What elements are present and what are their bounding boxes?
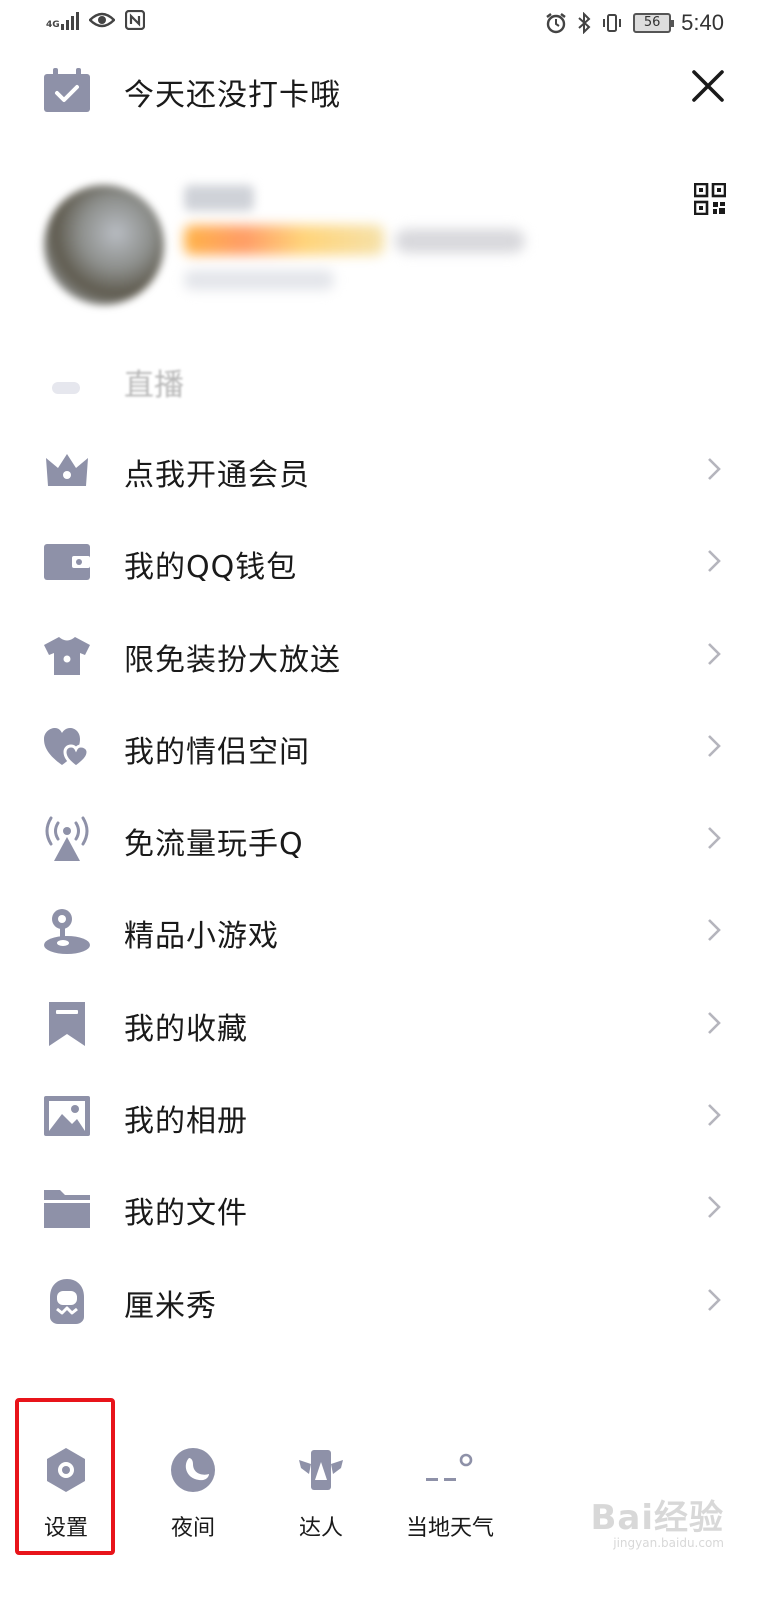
- settings-highlight-box: [15, 1398, 115, 1555]
- expert-button[interactable]: 达人: [261, 1446, 381, 1556]
- checkin-reminder[interactable]: 今天还没打卡哦: [124, 70, 341, 114]
- menu-item-label: 限免装扮大放送: [124, 642, 341, 678]
- status-bar: 4G 56 5:40: [0, 0, 784, 50]
- menu-item-mini-games[interactable]: 精品小游戏: [0, 885, 784, 977]
- menu-item-label: 厘米秀: [124, 1288, 217, 1324]
- expert-label: 达人: [298, 1516, 343, 1541]
- signal-icon: [60, 10, 79, 30]
- night-mode-button[interactable]: 夜间: [133, 1446, 253, 1556]
- menu-item-label: 精品小游戏: [124, 919, 279, 955]
- menu-item-label: 我的相册: [124, 1104, 248, 1140]
- weather-button[interactable]: 当地天气: [390, 1446, 510, 1556]
- live-icon: [52, 382, 80, 394]
- menu-item-label: 我的收藏: [124, 1011, 248, 1047]
- broadcast-icon: [45, 816, 89, 862]
- chevron-right-icon: [708, 1011, 721, 1034]
- qr-code-icon[interactable]: [694, 183, 726, 215]
- clock: 5:40: [681, 10, 724, 35]
- avatar-face-icon: [50, 1278, 84, 1324]
- menu-item-live-label: 直播: [124, 368, 184, 403]
- wallet-icon: [44, 544, 90, 581]
- chevron-right-icon: [708, 550, 721, 573]
- profile-level-blurred: [395, 229, 525, 253]
- chevron-right-icon: [708, 458, 721, 480]
- avatar[interactable]: [44, 185, 164, 305]
- bookmark-icon: [49, 1001, 85, 1046]
- menu-item-dressup[interactable]: 限免装扮大放送: [0, 609, 784, 701]
- network-type: 4G: [46, 20, 60, 30]
- chevron-right-icon: [708, 827, 721, 850]
- profile-header[interactable]: [0, 165, 784, 325]
- menu-item-live-peek[interactable]: 直播: [0, 366, 784, 406]
- chevron-right-icon: [708, 1288, 721, 1311]
- chevron-right-icon: [708, 1196, 721, 1219]
- image-icon: [44, 1096, 90, 1137]
- menu-item-vip[interactable]: 点我开通会员: [0, 424, 784, 516]
- menu-item-cmshow[interactable]: 厘米秀: [0, 1255, 784, 1347]
- chevron-right-icon: [708, 642, 721, 665]
- menu-item-label: 点我开通会员: [124, 458, 310, 493]
- chevron-right-icon: [708, 734, 721, 757]
- shirt-icon: [44, 636, 90, 675]
- nfc-icon: [124, 10, 145, 30]
- menu-item-label: 免流量玩手Q: [124, 827, 304, 863]
- hearts-icon: [44, 727, 90, 769]
- status-right: 56 5:40: [545, 10, 724, 36]
- drawer-menu: 点我开通会员 我的QQ钱包 限免装扮大放送 我的情侣空间 免流量玩手Q 精品小游…: [0, 424, 784, 1347]
- chevron-right-icon: [708, 1104, 721, 1126]
- menu-item-wallet[interactable]: 我的QQ钱包: [0, 516, 784, 608]
- calendar-check-icon[interactable]: [44, 68, 90, 112]
- menu-item-files[interactable]: 我的文件: [0, 1162, 784, 1254]
- eye-icon: [88, 12, 115, 28]
- moon-icon: [171, 1448, 215, 1492]
- signal-indicator: 4G: [46, 10, 79, 30]
- night-mode-label: 夜间: [170, 1516, 215, 1541]
- menu-item-label: 我的文件: [124, 1196, 248, 1232]
- watermark-url: jingyan.baidu.com: [613, 1536, 724, 1550]
- drawer-top-bar: 今天还没打卡哦: [0, 60, 784, 120]
- close-icon[interactable]: [688, 66, 728, 106]
- joystick-icon: [44, 909, 90, 955]
- battery-icon: 56: [633, 13, 675, 33]
- winged-badge-icon: [299, 1450, 343, 1490]
- menu-item-favorites[interactable]: 我的收藏: [0, 978, 784, 1070]
- alarm-icon: [546, 13, 566, 34]
- vibrate-icon: [603, 14, 622, 32]
- chevron-right-icon: [708, 919, 721, 942]
- folder-icon: [44, 1190, 90, 1229]
- weather-temp-icon: [426, 1453, 473, 1481]
- weather-label: 当地天气: [405, 1516, 494, 1541]
- profile-name-blurred: [184, 185, 254, 211]
- crown-icon: [46, 454, 88, 486]
- status-left: 4G: [46, 10, 145, 30]
- watermark-logo: Bai经验: [590, 1498, 724, 1538]
- menu-item-free-data[interactable]: 免流量玩手Q: [0, 793, 784, 885]
- bluetooth-icon: [578, 12, 591, 34]
- profile-badges-blurred: [184, 225, 384, 255]
- profile-signature-blurred: [184, 270, 334, 290]
- menu-item-label: 我的QQ钱包: [124, 550, 298, 586]
- menu-item-album[interactable]: 我的相册: [0, 1070, 784, 1162]
- menu-item-label: 我的情侣空间: [124, 734, 310, 770]
- menu-item-couple-space[interactable]: 我的情侣空间: [0, 701, 784, 793]
